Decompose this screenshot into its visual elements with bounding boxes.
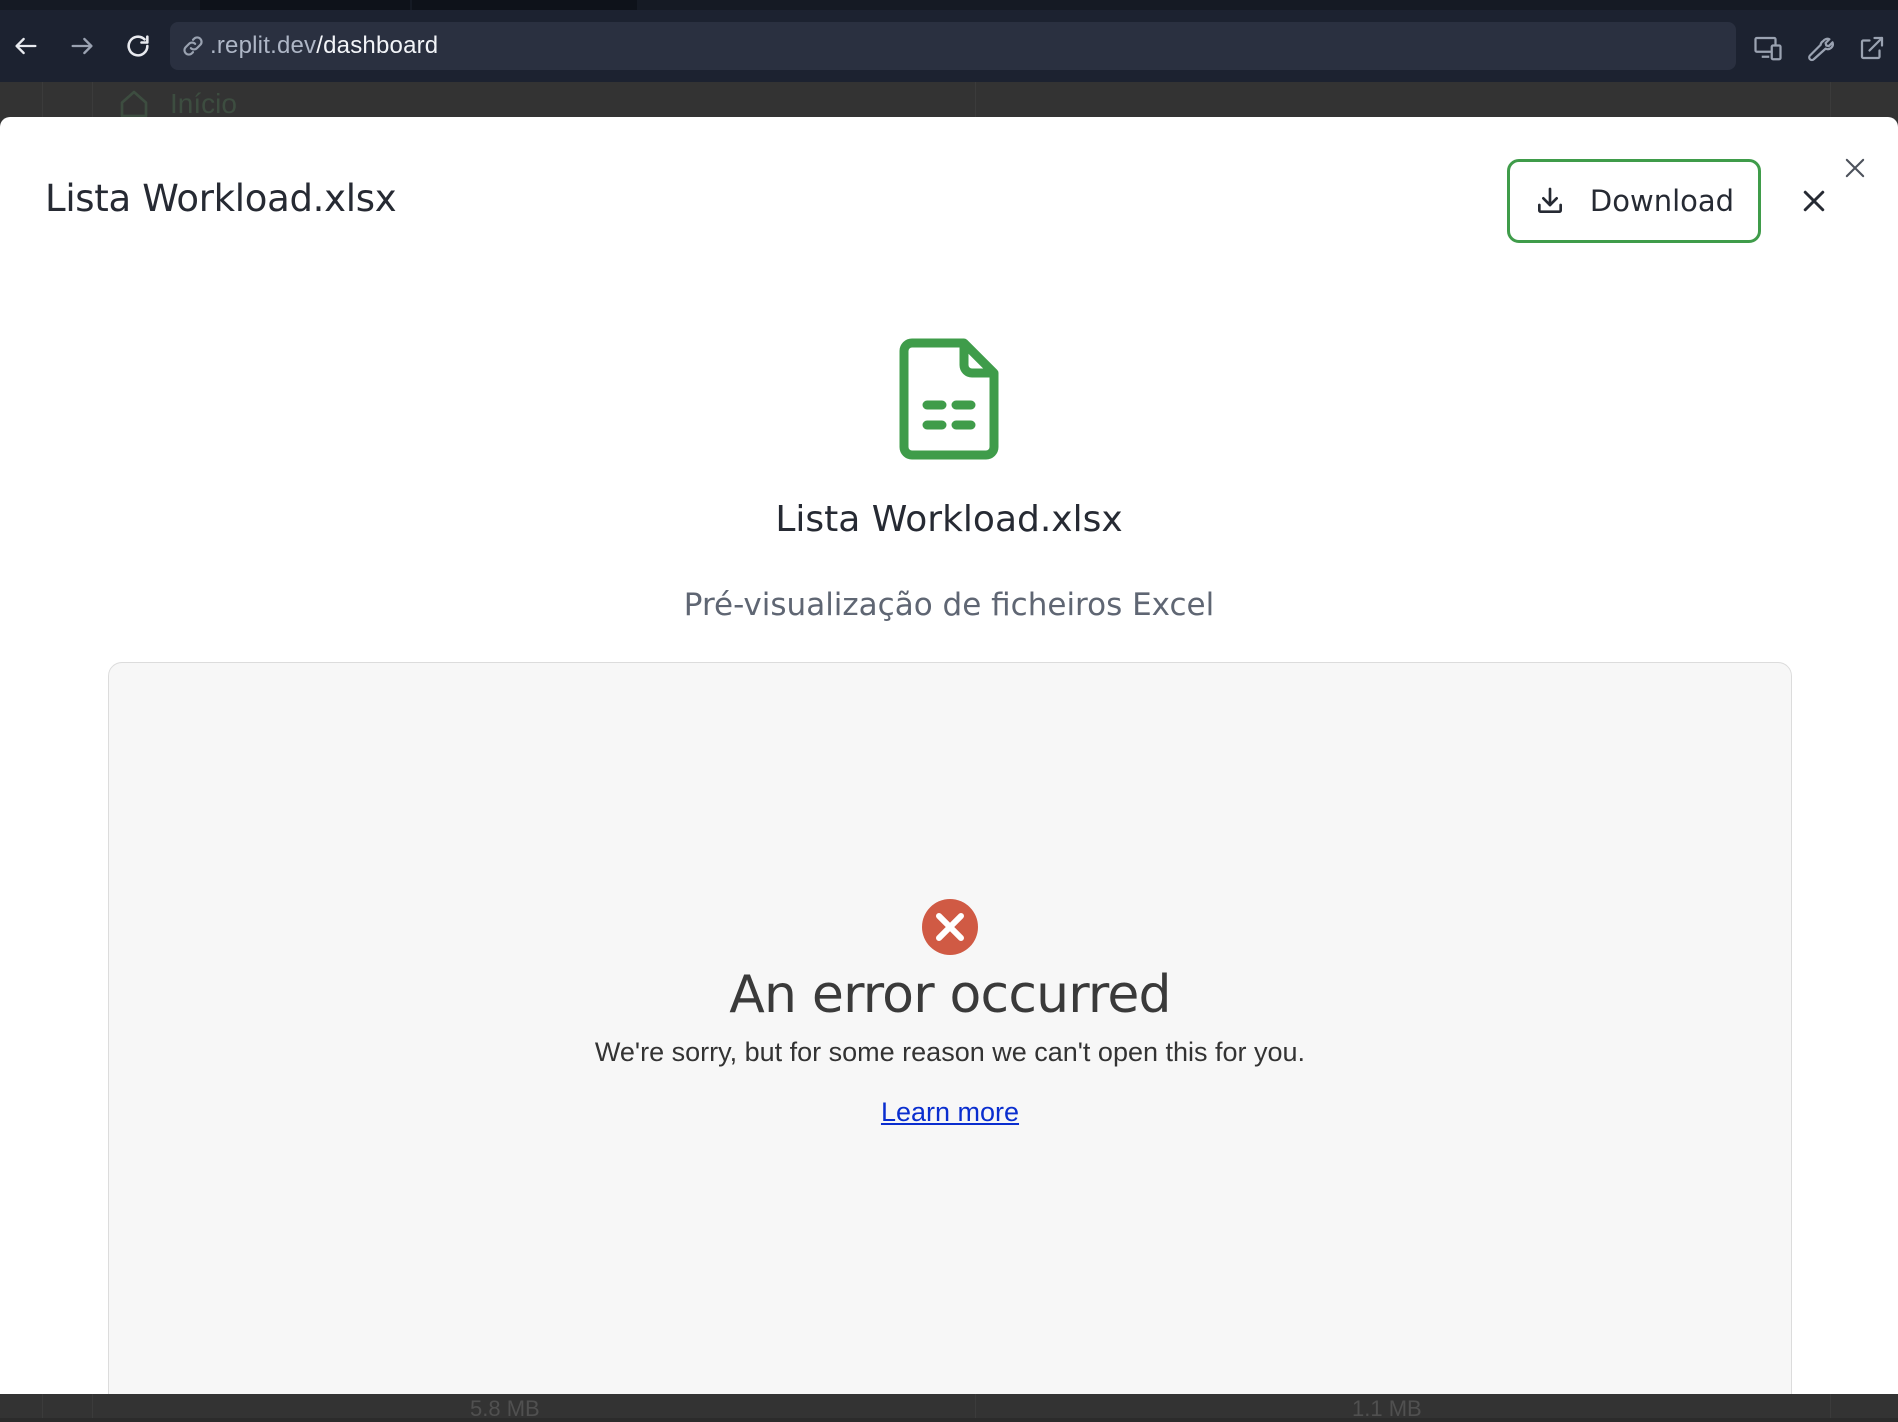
reload-button[interactable] xyxy=(116,24,160,68)
error-message: We're sorry, but for some reason we can'… xyxy=(594,1037,1306,1067)
address-bar[interactable]: .replit.dev/dashboard xyxy=(170,22,1736,70)
file-name: Lista Workload.xlsx xyxy=(775,499,1123,540)
external-link-icon xyxy=(1860,36,1884,60)
learn-more-link[interactable]: Learn more xyxy=(881,1097,1019,1127)
url-text: .replit.dev/dashboard xyxy=(210,32,438,60)
learn-more-row: Learn more xyxy=(109,1097,1791,1128)
nav-item-home: Início xyxy=(118,88,237,120)
browser-toolbar: .replit.dev/dashboard xyxy=(0,10,1898,83)
browser-tab-strip xyxy=(0,0,1898,10)
reload-icon xyxy=(127,35,149,57)
open-in-new-tab-button[interactable] xyxy=(1852,28,1892,68)
forward-button[interactable] xyxy=(60,24,104,68)
back-arrow-icon xyxy=(15,37,37,55)
url-host: .replit.dev xyxy=(210,32,317,59)
link-icon xyxy=(180,33,206,59)
spreadsheet-file-icon xyxy=(899,338,999,460)
devices-icon xyxy=(1754,36,1782,61)
download-button[interactable]: Download xyxy=(1507,159,1761,243)
dialog-close-button[interactable] xyxy=(1838,151,1872,185)
error-title: An error occurred xyxy=(729,965,1171,1025)
browser-tab[interactable] xyxy=(200,0,410,10)
browser-tab[interactable] xyxy=(412,0,637,10)
devtools-button[interactable] xyxy=(1800,28,1840,68)
file-size: 5.8 MB xyxy=(470,1396,540,1421)
close-icon xyxy=(1803,190,1825,212)
preview-frame: An error occurred We're sorry, but for s… xyxy=(108,662,1792,1394)
back-button[interactable] xyxy=(4,24,48,68)
file-size: 1.1 MB xyxy=(1352,1396,1422,1421)
responsive-view-button[interactable] xyxy=(1748,28,1788,68)
wrench-icon xyxy=(1808,37,1834,62)
modal-title: Lista Workload.xlsx xyxy=(45,177,397,220)
error-icon xyxy=(922,899,978,955)
file-preview-modal: Lista Workload.xlsx Download Lista Workl… xyxy=(0,117,1898,1394)
nav-item-home-label: Início xyxy=(170,88,237,119)
url-path: /dashboard xyxy=(316,32,439,59)
home-icon xyxy=(120,90,148,118)
forward-arrow-icon xyxy=(71,37,93,55)
preview-subtitle: Pré-visualização de ficheiros Excel xyxy=(683,587,1215,623)
close-button[interactable] xyxy=(1796,183,1832,219)
download-button-label: Download xyxy=(1589,184,1735,218)
download-icon xyxy=(1537,187,1562,213)
close-icon xyxy=(1845,158,1865,178)
